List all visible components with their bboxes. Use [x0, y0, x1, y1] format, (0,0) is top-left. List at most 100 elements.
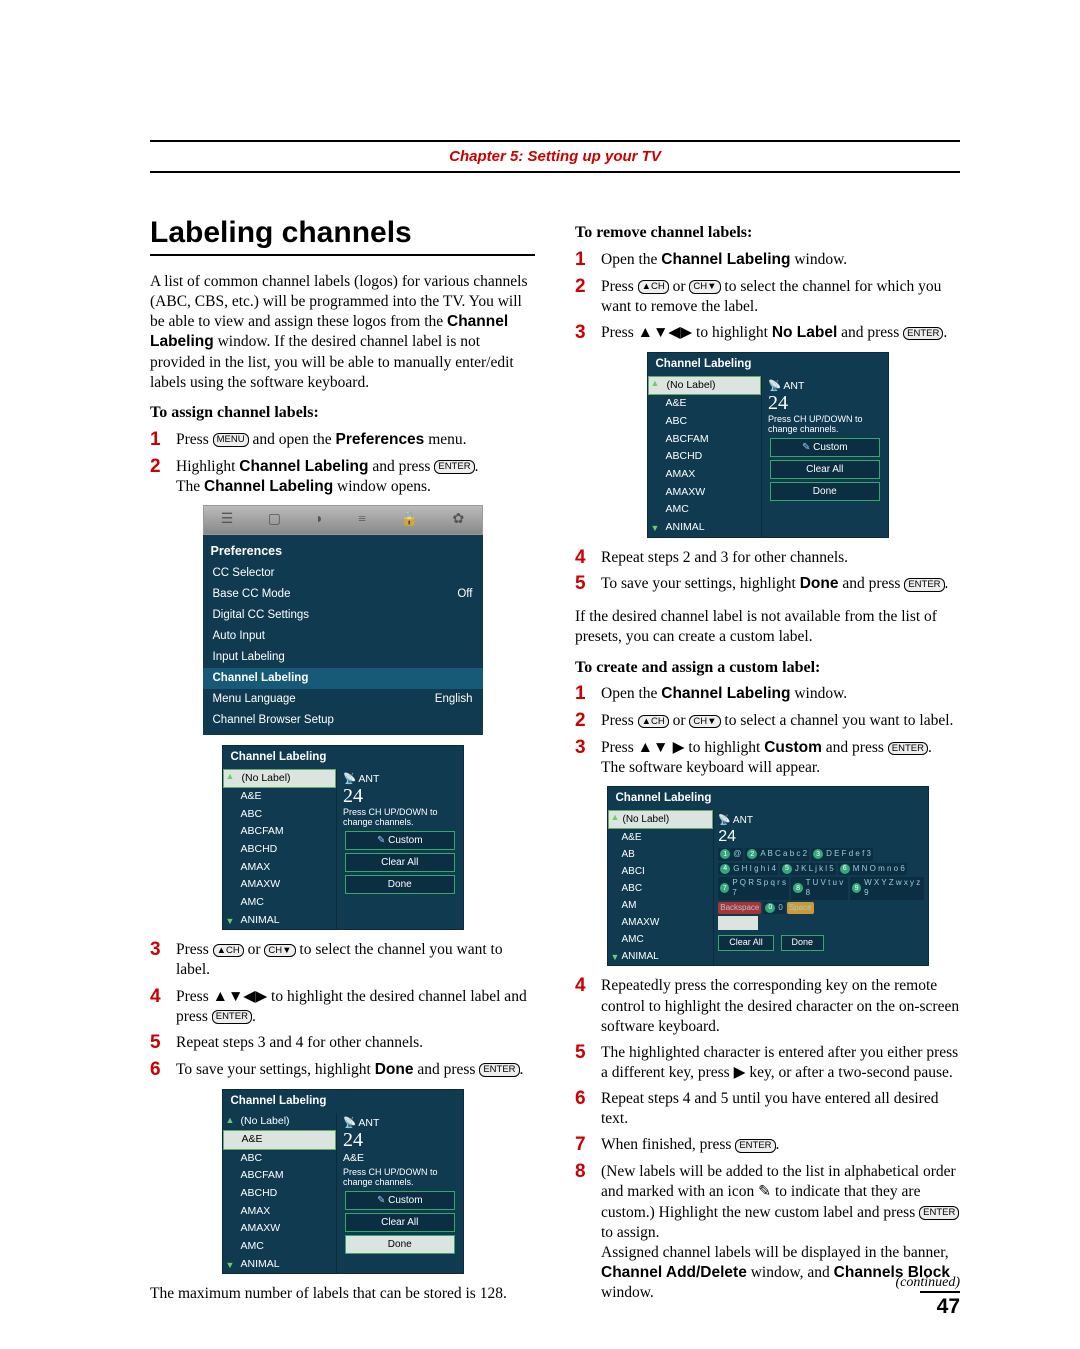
channel-labeling-screenshot-1: Channel Labeling ▲ (No Label) A&E ABC AB… [222, 745, 464, 931]
prefs-row: Channel Browser Setup [203, 710, 483, 731]
list-item: ABCHD [223, 841, 337, 859]
step-number: 6 [150, 1060, 176, 1081]
key: 3D E F d e f 3 [811, 848, 873, 860]
list-item: AMAX [223, 1203, 337, 1221]
enter-button-icon: ENTER [479, 1063, 519, 1076]
step-number: 1 [575, 684, 601, 705]
list-item: ABCHD [648, 448, 762, 466]
list-item: ANIMAL [223, 912, 337, 930]
up-arrow-icon: ▲ [611, 812, 620, 824]
list-item: A&E [648, 395, 762, 413]
prefs-title: Preferences [203, 539, 483, 563]
clear-all-button: Clear All [345, 1213, 455, 1232]
channel-labeling-screenshot-3: Channel Labeling ▲ (No Label) A&E ABC AB… [647, 352, 889, 538]
remove-step-4: Repeat steps 2 and 3 for other channels. [601, 548, 960, 568]
done-button: Done [345, 875, 455, 894]
done-button: Done [770, 482, 880, 501]
list-item: AMC [223, 1238, 337, 1256]
step-number: 3 [150, 940, 176, 961]
enter-button-icon: ENTER [212, 1010, 252, 1023]
enter-button-icon: ENTER [888, 742, 928, 755]
ch-up-icon: ▲CH [213, 944, 244, 957]
list-item: (No Label) [648, 376, 762, 396]
down-arrow-icon: ▼ [651, 523, 660, 535]
text-entry-field [718, 916, 758, 930]
intro-paragraph: A list of common channel labels (logos) … [150, 272, 535, 393]
custom-step-7: When finished, press ENTER. [601, 1135, 960, 1155]
step-number: 3 [575, 738, 601, 759]
lock-icon: 🔒 [401, 511, 418, 529]
step-number: 7 [575, 1135, 601, 1156]
list-item: ABCI [608, 863, 714, 880]
up-arrow-icon: ▲ [226, 771, 235, 783]
prefs-row-selected: Channel Labeling [203, 668, 483, 689]
list-item: AMAXW [223, 876, 337, 894]
remove-step-3: Press ▲▼◀▶ to highlight No Label and pre… [601, 323, 960, 343]
list-item: AMAX [648, 466, 762, 484]
done-button: Done [781, 935, 825, 951]
list-item: AMC [223, 894, 337, 912]
list-item: ANIMAL [648, 519, 762, 537]
custom-step-1: Open the Channel Labeling window. [601, 684, 960, 704]
remove-heading: To remove channel labels: [575, 223, 960, 244]
list-item: (No Label) [223, 769, 337, 789]
list-item: ABC [223, 806, 337, 824]
list-item: ABCFAM [648, 431, 762, 449]
list-item: ANIMAL [223, 1256, 337, 1274]
preset-note: If the desired channel label is not avai… [575, 607, 960, 647]
cl-title: Channel Labeling [648, 353, 888, 376]
list-item: A&E [223, 788, 337, 806]
custom-step-4: Repeatedly press the corresponding key o… [601, 976, 960, 1036]
menu-button-icon: MENU [213, 433, 249, 446]
list-item: ABC [648, 413, 762, 431]
step-number: 1 [575, 250, 601, 271]
done-button: Done [345, 1235, 455, 1254]
keyboard-screenshot: Channel Labeling ▲ (No Label) A&E AB ABC… [607, 786, 929, 966]
step-number: 2 [575, 277, 601, 298]
cl-title: Channel Labeling [223, 1090, 463, 1113]
assign-step-6: To save your settings, highlight Done an… [176, 1060, 535, 1080]
enter-button-icon: ENTER [904, 578, 944, 591]
section-title: Labeling channels [150, 213, 535, 256]
custom-step-2: Press ▲CH or CH▼ to select a channel you… [601, 711, 960, 731]
assign-step-2: Highlight Channel Labeling and press ENT… [176, 457, 535, 497]
prefs-row: Menu LanguageEnglish [203, 689, 483, 710]
channel-number: 24 [343, 1130, 457, 1150]
prefs-row: Input Labeling [203, 647, 483, 668]
menu-tab-bar: ☰ ▢ ◗ ≡ 🔒 ✿ [203, 505, 483, 535]
prefs-row: Auto Input [203, 626, 483, 647]
step-number: 2 [150, 457, 176, 478]
gear-icon: ✿ [453, 511, 465, 529]
antenna-label: 📡 ANT [768, 380, 882, 394]
list-item: ABCFAM [223, 823, 337, 841]
step-number: 5 [150, 1033, 176, 1054]
channel-number: 24 [768, 393, 882, 413]
step-number: 6 [575, 1089, 601, 1110]
menu-icon: ☰ [221, 511, 234, 529]
ch-down-icon: CH▼ [264, 944, 295, 957]
key: 1@ [718, 848, 743, 860]
list-item: ANIMAL [608, 948, 714, 965]
assign-step-3: Press ▲CH or CH▼ to select the channel y… [176, 940, 535, 980]
assign-step-5: Repeat steps 3 and 4 for other channels. [176, 1033, 535, 1053]
step-number: 2 [575, 711, 601, 732]
selected-label: A&E [343, 1152, 457, 1166]
list-item: (No Label) [223, 1113, 337, 1131]
list-item: AMC [608, 931, 714, 948]
step-number: 4 [575, 548, 601, 569]
remove-step-5: To save your settings, highlight Done an… [601, 574, 960, 594]
list-item: AMAXW [648, 484, 762, 502]
enter-button-icon: ENTER [735, 1139, 775, 1152]
channel-number: 24 [718, 827, 923, 848]
list-item: ABC [608, 880, 714, 897]
up-arrow-icon: ▲ [651, 378, 660, 390]
up-arrow-icon: ▲ [226, 1115, 235, 1127]
sliders-icon: ≡ [358, 511, 366, 529]
pencil-icon: ✎ [758, 1183, 771, 1200]
custom-button: Custom [345, 1191, 455, 1210]
custom-step-3: Press ▲▼ ▶ to highlight Custom and press… [601, 738, 960, 778]
list-item: A&E [608, 829, 714, 846]
right-column: To remove channel labels: 1 Open the Cha… [575, 213, 960, 1312]
list-item: AMC [648, 501, 762, 519]
left-column: Labeling channels A list of common chann… [150, 213, 535, 1312]
